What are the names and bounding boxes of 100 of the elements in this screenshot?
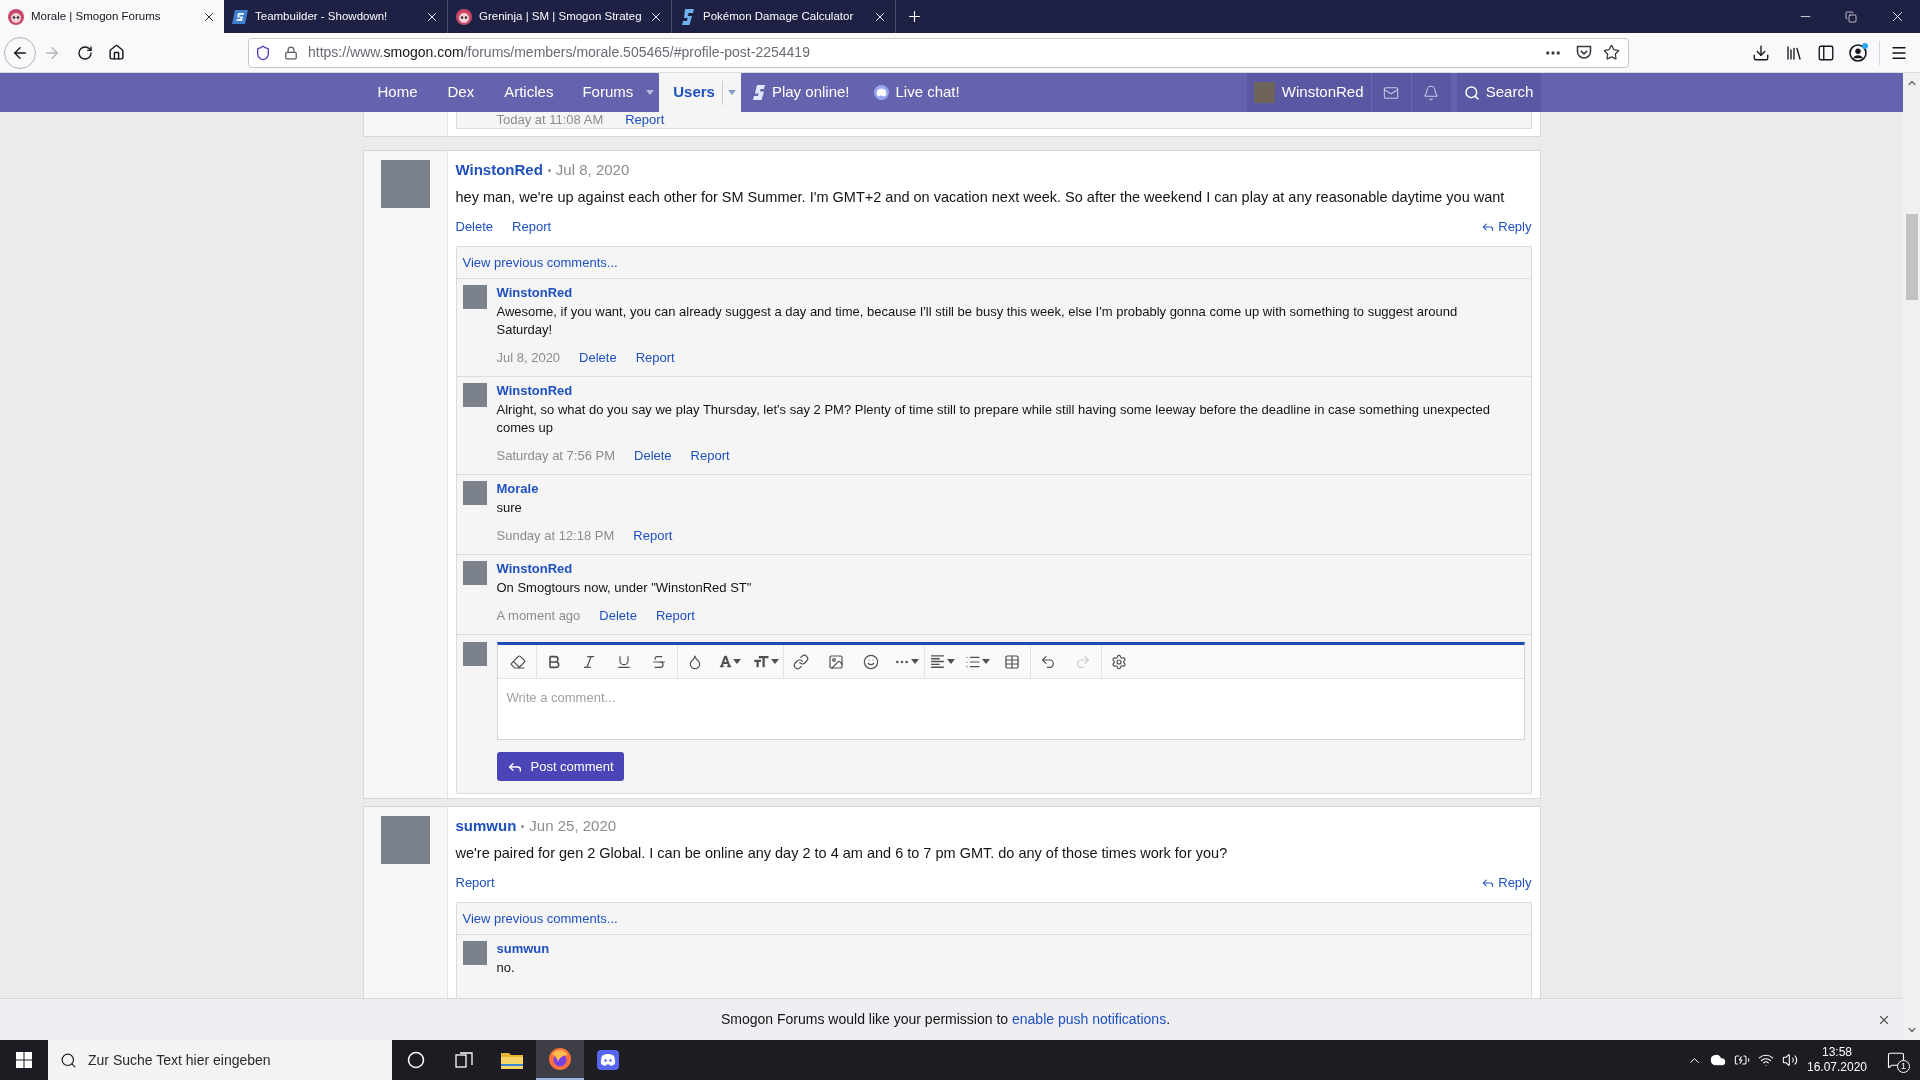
mail-icon[interactable]: [1383, 84, 1399, 101]
nav-tab[interactable]: Dex: [432, 73, 490, 112]
align-left-icon[interactable]: [929, 653, 946, 670]
library-icon[interactable]: [1785, 43, 1803, 62]
author-link[interactable]: WinstonRed: [496, 285, 573, 301]
comment-time: A moment ago: [496, 607, 581, 626]
action-link[interactable]: Delete: [634, 446, 672, 466]
bell-icon[interactable]: [1423, 84, 1439, 101]
undo-icon[interactable]: [1040, 653, 1056, 670]
action-link[interactable]: Delete: [579, 348, 617, 368]
reload-icon[interactable]: [77, 44, 93, 61]
logo-icon: [680, 8, 696, 25]
post-message: we're paired for gen 2 Global. I can be online any day 2 to 4 am and 6 to 7 pm GMT. do any of those times work for you?: [455, 844, 1229, 863]
notification-message: Smogon Forums would like your permission to enable push notifications.: [721, 1010, 1170, 1029]
caret-icon: [981, 659, 990, 664]
download-icon[interactable]: [1752, 43, 1770, 62]
comment-time: Sunday at 12:18 PM: [496, 527, 615, 546]
user-menu[interactable]: WinstonRed: [1246, 73, 1371, 112]
address-bar[interactable]: https://www.smogon.com/forums/members/morale.505465/#profile-post-2254419: [248, 37, 1629, 68]
eraser-icon[interactable]: [510, 653, 526, 670]
home-icon[interactable]: [108, 44, 125, 61]
action-link[interactable]: Report: [635, 348, 675, 368]
action-link[interactable]: Report: [625, 110, 665, 130]
italic-icon[interactable]: [581, 653, 597, 670]
caret-icon: [727, 90, 736, 95]
chat-app-icon: [597, 1050, 619, 1070]
task-view-icon: [455, 1052, 473, 1068]
taskbar-search-field[interactable]: Zur Suche Text hier eingeben: [48, 1040, 392, 1080]
avatar-photo[interactable]: [462, 285, 487, 309]
comment-text: sure: [496, 499, 522, 517]
caret-icon: [733, 659, 741, 664]
account-icon[interactable]: [1849, 43, 1868, 62]
folder-icon: [501, 1051, 523, 1069]
scrollbar-thumb[interactable]: [1905, 214, 1918, 300]
star-icon[interactable]: [1603, 44, 1620, 61]
avatar-photo[interactable]: [462, 561, 487, 585]
avatar-photo[interactable]: [462, 383, 487, 407]
browser-logo-icon: [549, 1048, 571, 1070]
nav-tab[interactable]: Forums: [568, 73, 660, 112]
post-date: Jul 8, 2020: [555, 159, 630, 180]
link-icon[interactable]: [793, 653, 809, 670]
sidebar-icon[interactable]: [1817, 43, 1835, 62]
taskbar-button[interactable]: [536, 1040, 584, 1080]
start-icon[interactable]: [16, 1052, 32, 1068]
post-comment-button[interactable]: Post comment: [496, 752, 624, 781]
reply-link[interactable]: Reply: [1481, 217, 1532, 237]
author-link[interactable]: sumwun: [455, 814, 517, 838]
nav-tab[interactable]: Users: [659, 73, 741, 112]
droplet-icon[interactable]: [687, 653, 703, 670]
avatar-photo[interactable]: [462, 642, 487, 666]
logo-icon: [232, 8, 248, 25]
author-link[interactable]: WinstonRed: [496, 383, 573, 399]
comment-text: Alright, so what do you say we play Thursday, let's say 2 PM? Plenty of time still to prepare while still having some leeway before the deadline in case something unexpected comes up: [496, 401, 1491, 437]
view-previous-link[interactable]: View previous comments...: [462, 908, 618, 929]
action-link[interactable]: Report: [690, 446, 730, 466]
table-icon[interactable]: [1004, 653, 1020, 670]
action-link[interactable]: Delete: [599, 606, 637, 626]
image-icon[interactable]: [828, 653, 844, 670]
settings-icon[interactable]: [1111, 653, 1127, 670]
action-link[interactable]: Report: [512, 217, 552, 237]
nav-tab[interactable]: Live chat!: [861, 73, 972, 112]
browser-tab[interactable]: Morale | Smogon Forums: [0, 0, 224, 33]
bold-icon[interactable]: [546, 653, 562, 670]
lock-icon[interactable]: [284, 45, 298, 60]
action-link[interactable]: Report: [633, 526, 673, 546]
author-link[interactable]: sumwun: [496, 941, 550, 957]
notifications-icon[interactable]: [1887, 1051, 1905, 1069]
nav-tab[interactable]: Home: [362, 73, 433, 112]
search-input[interactable]: Zur Suche Text hier eingeben: [88, 1049, 392, 1071]
avatar-photo[interactable]: [462, 481, 487, 505]
comment-time: Saturday at 7:56 PM: [496, 447, 615, 466]
search-button[interactable]: Search: [1456, 73, 1541, 112]
author-link[interactable]: WinstonRed: [496, 561, 573, 577]
clock-time[interactable]: 13:58: [1822, 1045, 1852, 1060]
view-previous-link[interactable]: View previous comments...: [462, 252, 618, 273]
reply-link[interactable]: Reply: [1481, 873, 1532, 893]
strikethrough-icon[interactable]: [651, 653, 667, 670]
clock-date[interactable]: 16.07.2020: [1806, 1060, 1868, 1075]
font-icon[interactable]: [719, 655, 732, 668]
nav-tab[interactable]: Play online!: [740, 73, 862, 112]
action-link[interactable]: Delete: [455, 217, 494, 237]
volume-icon[interactable]: [1782, 1052, 1798, 1068]
action-link[interactable]: Report: [655, 606, 695, 626]
wifi-icon[interactable]: [1758, 1052, 1774, 1068]
cloud-icon[interactable]: [1710, 1052, 1726, 1068]
underline-icon[interactable]: [616, 653, 632, 670]
author-link[interactable]: WinstonRed: [455, 158, 543, 182]
caret-icon: [910, 659, 919, 664]
battery-icon[interactable]: [1734, 1052, 1750, 1068]
avatar-photo[interactable]: [462, 941, 487, 965]
shield-icon[interactable]: [255, 44, 271, 61]
pocket-icon[interactable]: [1576, 45, 1592, 60]
nav-tab[interactable]: Articles: [489, 73, 569, 112]
author-link[interactable]: Morale: [496, 481, 539, 497]
caret-icon: [770, 659, 779, 664]
comment-text: On Smogtours now, under "WinstonRed ST": [496, 579, 752, 597]
smiley-icon[interactable]: [863, 653, 879, 670]
restore-icon[interactable]: [1845, 10, 1857, 23]
action-link[interactable]: Report: [455, 873, 495, 893]
comment-input[interactable]: Write a comment...: [497, 679, 1524, 739]
